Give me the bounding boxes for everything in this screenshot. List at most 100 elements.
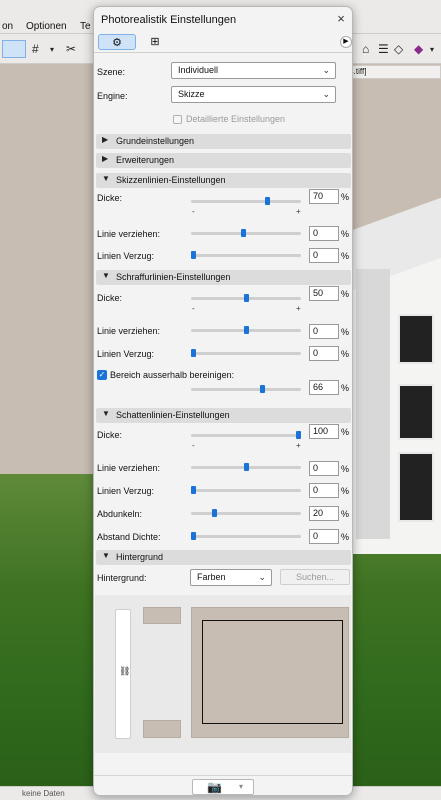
slider-thumb[interactable]	[241, 229, 246, 237]
schatten-verzug-input[interactable]: 0	[309, 483, 339, 498]
scissors-icon[interactable]: ✂	[66, 42, 76, 56]
slider-min-tick: -	[192, 441, 195, 450]
slider-track	[191, 200, 301, 203]
bereinigen-checkbox[interactable]: ✓	[97, 370, 107, 380]
abdunkeln-label: Abdunkeln:	[97, 509, 143, 519]
section-skizzenlinien[interactable]: ▼ Skizzenlinien-Einstellungen	[96, 173, 351, 188]
chevron-down-icon[interactable]: ▾	[430, 45, 434, 54]
schatten-verzug-slider[interactable]	[191, 486, 301, 496]
hintergrund-select[interactable]: Farben ⌄	[190, 569, 272, 586]
bereinigen-label: Bereich ausserhalb bereinigen:	[110, 370, 235, 380]
slider-min-tick: -	[192, 304, 195, 313]
chevron-down-icon[interactable]: ▾	[239, 782, 243, 791]
section-grundeinstellungen[interactable]: ▶ Grundeinstellungen	[96, 134, 351, 149]
layout-icon: ⊞	[150, 36, 160, 48]
skizzen-dicke-input[interactable]: 70	[309, 189, 339, 204]
abdunkeln-input[interactable]: 20	[309, 506, 339, 521]
abdunkeln-slider[interactable]	[191, 509, 301, 519]
background-preview	[191, 607, 349, 738]
slider-thumb[interactable]	[191, 251, 196, 259]
section-hintergrund[interactable]: ▼ Hintergrund	[96, 550, 351, 565]
scene-select[interactable]: Individuell ⌄	[171, 62, 336, 79]
detail-settings-label: Detaillierte Einstellungen	[186, 114, 286, 124]
skizzen-verzug-input[interactable]: 0	[309, 248, 339, 263]
schraffur-verzug-label: Linien Verzug:	[97, 349, 155, 359]
link-toggle[interactable]: ⛓	[115, 609, 131, 739]
close-icon[interactable]: ×	[332, 10, 350, 28]
slider-track	[191, 254, 301, 257]
window	[398, 314, 434, 364]
collapse-icon: ▼	[102, 174, 110, 183]
slider-thumb[interactable]	[244, 463, 249, 471]
tab-settings[interactable]: ⚙	[98, 34, 136, 50]
schraffur-verzug-slider[interactable]	[191, 349, 301, 359]
schraffur-verzug-input[interactable]: 0	[309, 346, 339, 361]
slider-thumb[interactable]	[260, 385, 265, 393]
schatten-dicke-input[interactable]: 100	[309, 424, 339, 439]
hintergrund-value: Farben	[197, 572, 226, 582]
next-tab-icon[interactable]: ▶	[340, 36, 352, 48]
dialog-tab-row: ⚙ ⊞ ▶	[94, 33, 352, 53]
skizzen-verziehen-slider[interactable]	[191, 229, 301, 239]
tab-layout[interactable]: ⊞	[136, 34, 174, 50]
dialog-footer: 📷 ▾	[94, 775, 352, 795]
camera-icon: 📷	[207, 780, 222, 794]
slider-max-tick: +	[296, 304, 301, 313]
bereinigen-input[interactable]: 66	[309, 380, 339, 395]
color-swatch-bottom[interactable]	[143, 720, 181, 738]
percent-unit: %	[341, 427, 350, 437]
slider-thumb[interactable]	[191, 486, 196, 494]
menu-optionen[interactable]: Optionen	[26, 21, 67, 32]
render-button[interactable]: 📷 ▾	[192, 779, 254, 795]
schraffur-verziehen-slider[interactable]	[191, 326, 301, 336]
section-erweiterungen[interactable]: ▶ Erweiterungen	[96, 153, 351, 168]
skizzen-verzug-slider[interactable]	[191, 251, 301, 261]
slider-thumb[interactable]	[191, 349, 196, 357]
schatten-verziehen-input[interactable]: 0	[309, 461, 339, 476]
slider-thumb[interactable]	[244, 294, 249, 302]
pointer-tool-icon[interactable]	[2, 40, 26, 58]
skizzen-verziehen-input[interactable]: 0	[309, 226, 339, 241]
tag-icon[interactable]: ◇	[394, 42, 403, 56]
scene-value: Individuell	[178, 65, 219, 75]
schatten-dicke-slider[interactable]	[191, 431, 301, 441]
photorealistic-settings-dialog: Photorealistik Einstellungen × ⚙ ⊞ ▶ Sze…	[93, 6, 353, 796]
paint-icon[interactable]: ◆	[414, 42, 423, 56]
abstand-dichte-input[interactable]: 0	[309, 529, 339, 544]
menu-teamwork[interactable]: Te	[80, 21, 91, 32]
section-title: Hintergrund	[116, 552, 164, 562]
schraffur-dicke-input[interactable]: 50	[309, 286, 339, 301]
percent-unit: %	[341, 486, 350, 496]
skizzen-dicke-slider[interactable]	[191, 197, 301, 207]
layers-icon[interactable]: ☰	[378, 42, 389, 56]
slider-thumb[interactable]	[244, 326, 249, 334]
schraffur-dicke-slider[interactable]	[191, 294, 301, 304]
schatten-verziehen-slider[interactable]	[191, 463, 301, 473]
slider-thumb[interactable]	[191, 532, 196, 540]
slider-thumb[interactable]	[212, 509, 217, 517]
collapse-icon: ▼	[102, 409, 110, 418]
expand-icon: ▶	[102, 154, 109, 163]
slider-thumb[interactable]	[296, 431, 301, 439]
percent-unit: %	[341, 327, 350, 337]
color-swatch-top[interactable]	[143, 607, 181, 624]
engine-select[interactable]: Skizze ⌄	[171, 86, 336, 103]
suchen-button[interactable]: Suchen...	[280, 569, 350, 585]
slider-thumb[interactable]	[265, 197, 270, 205]
percent-unit: %	[341, 229, 350, 239]
slider-max-tick: +	[296, 207, 301, 216]
grid-icon[interactable]: #	[32, 42, 39, 56]
section-title: Schattenlinien-Einstellungen	[116, 410, 230, 420]
view-tab[interactable]: [4.tiff]	[342, 65, 441, 79]
menu-ansicht[interactable]: on	[2, 21, 13, 32]
abstand-dichte-slider[interactable]	[191, 532, 301, 542]
bereinigen-slider[interactable]	[191, 385, 301, 395]
section-schattenlinien[interactable]: ▼ Schattenlinien-Einstellungen	[96, 408, 351, 423]
percent-unit: %	[341, 509, 350, 519]
percent-unit: %	[341, 251, 350, 261]
chevron-down-icon[interactable]: ▾	[50, 45, 54, 54]
schraffur-verziehen-input[interactable]: 0	[309, 324, 339, 339]
detail-settings-checkbox[interactable]	[173, 115, 182, 124]
section-schraffurlinien[interactable]: ▼ Schraffurlinien-Einstellungen	[96, 270, 351, 285]
hat-icon[interactable]: ⌂	[362, 42, 369, 56]
